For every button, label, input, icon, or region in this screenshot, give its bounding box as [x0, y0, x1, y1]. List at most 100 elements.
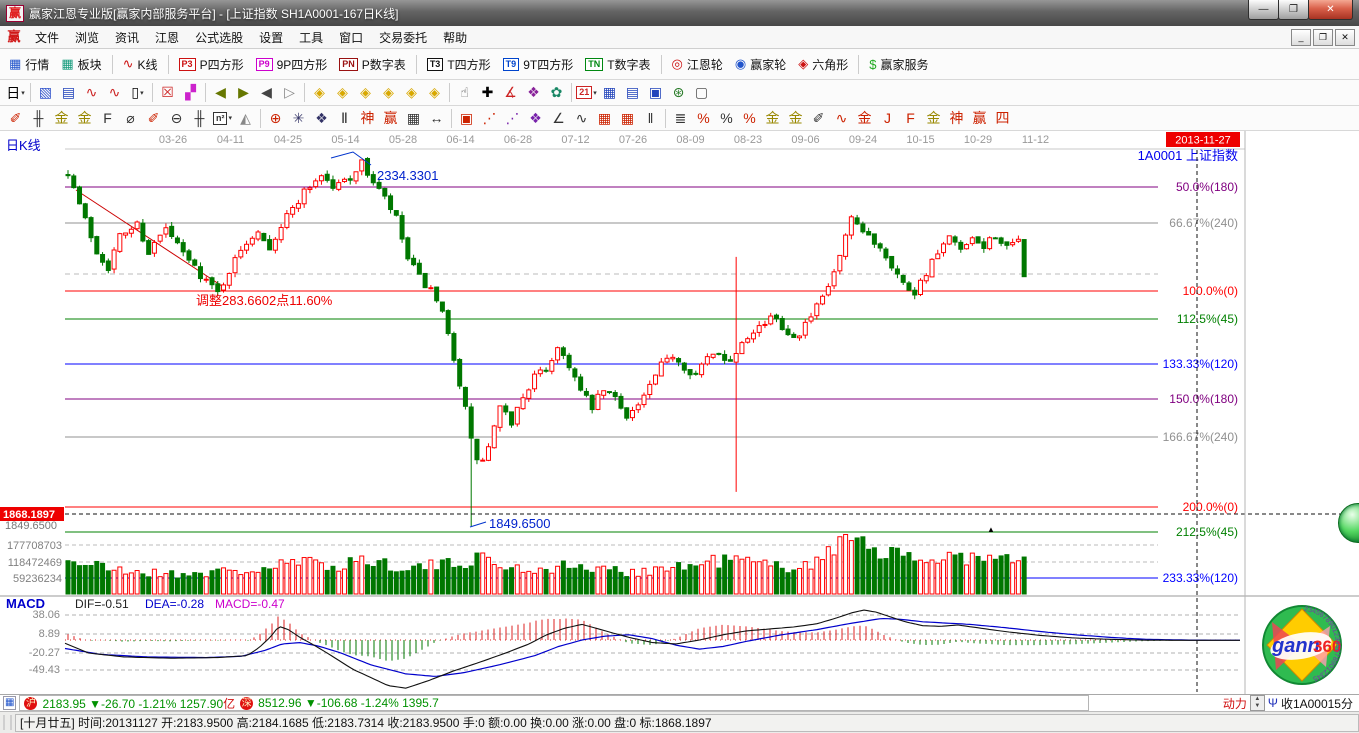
menu-item-0[interactable]: 文件 — [27, 27, 67, 48]
mdi-restore-button[interactable]: ❐ — [1313, 29, 1333, 46]
last-bar-button[interactable]: ▶ — [232, 83, 255, 103]
hexagon-button[interactable]: ◈六角形 — [793, 54, 853, 75]
grid-ruler-tool[interactable]: ╫ — [27, 108, 50, 128]
star-grid-tool[interactable]: ✳ — [287, 108, 310, 128]
sectors-button[interactable]: ▦板块 — [56, 54, 106, 75]
spin-up-icon[interactable]: ▲ — [1251, 696, 1264, 703]
grid-red2-tool[interactable]: ▦ — [616, 108, 639, 128]
save-button[interactable]: ▣ — [644, 83, 667, 103]
j-angle-tool[interactable]: J — [876, 108, 899, 128]
menu-item-8[interactable]: 交易委托 — [371, 27, 435, 48]
menu-item-9[interactable]: 帮助 — [435, 27, 475, 48]
calculator-button[interactable]: ▦ — [598, 83, 621, 103]
band-tool[interactable]: ∿ — [830, 108, 853, 128]
ying-angle-tool[interactable]: 赢 — [968, 108, 991, 128]
quote-table-icon[interactable]: ▦ — [3, 696, 16, 710]
winner-service-button[interactable]: $赢家服务 — [864, 54, 933, 75]
diamond-vexpand-button[interactable]: ◈ — [423, 83, 446, 103]
wave-tool[interactable]: ∿ — [570, 108, 593, 128]
menu-item-2[interactable]: 资讯 — [107, 27, 147, 48]
gann-box-tool[interactable]: ❖ — [524, 108, 547, 128]
gold-angle-tool[interactable]: 金 — [922, 108, 945, 128]
restore-button[interactable]: ❐ — [1278, 0, 1309, 20]
t-table-button[interactable]: TNT数字表 — [580, 54, 655, 75]
menu-item-6[interactable]: 工具 — [291, 27, 331, 48]
trend-pct-tool[interactable]: % — [692, 108, 715, 128]
shen-grid-tool[interactable]: 神 — [356, 108, 379, 128]
gold-ruler-tool[interactable]: 金 — [50, 108, 73, 128]
spin-down-icon[interactable]: ▼ — [1251, 703, 1264, 710]
diamond-hshrink-button[interactable]: ◈ — [377, 83, 400, 103]
cluster-bars-tool[interactable]: ≣ — [669, 108, 692, 128]
grid-ruler2-tool[interactable]: ╫ — [188, 108, 211, 128]
ying-grid-tool[interactable]: 赢 — [379, 108, 402, 128]
crosshair-tool-button[interactable]: ✚ — [476, 83, 499, 103]
diamond-vshrink-button[interactable]: ◈ — [400, 83, 423, 103]
f10-info-icon[interactable]: ▤ — [57, 83, 80, 103]
menu-item-1[interactable]: 浏览 — [67, 27, 107, 48]
menu-item-7[interactable]: 窗口 — [331, 27, 371, 48]
candle-style-dropdown[interactable]: ▯▾ — [126, 83, 149, 103]
brush-flag-tool[interactable]: ✐ — [807, 108, 830, 128]
9t-square-button[interactable]: T99T四方形 — [498, 54, 579, 75]
box-select-tool[interactable]: ▣ — [455, 108, 478, 128]
gold-red-tool[interactable]: 金 — [853, 108, 876, 128]
shen-angle-tool[interactable]: 神 — [945, 108, 968, 128]
notepad-button[interactable]: ▤ — [621, 83, 644, 103]
pattern-zoom-icon[interactable]: ▧ — [34, 83, 57, 103]
diamond-hexpand-button[interactable]: ◈ — [354, 83, 377, 103]
menu-item-3[interactable]: 江恩 — [147, 27, 187, 48]
hspan-tool[interactable]: ↔ — [425, 108, 448, 128]
calendar-button[interactable]: 21▾ — [575, 83, 598, 103]
volume-profile-icon[interactable]: ▞ — [179, 83, 202, 103]
circle-ruler-tool[interactable]: ⊖ — [165, 108, 188, 128]
gold-ruler2-tool[interactable]: 金 — [73, 108, 96, 128]
workstation-button[interactable]: ▢ — [690, 83, 713, 103]
p-square-button[interactable]: P3P四方形 — [174, 54, 249, 75]
percent-tool[interactable]: % — [715, 108, 738, 128]
kline-mark-icon[interactable]: ☒ — [156, 83, 179, 103]
square-grid-tool[interactable]: ❖ — [310, 108, 333, 128]
mdi-minimize-button[interactable]: _ — [1291, 29, 1311, 46]
measure-grid-tool[interactable]: ▦ — [402, 108, 425, 128]
grid-red-tool[interactable]: ▦ — [593, 108, 616, 128]
menu-item-5[interactable]: 设置 — [251, 27, 291, 48]
first-bar-button[interactable]: ◀ — [209, 83, 232, 103]
gann-wheel-button[interactable]: ◎江恩轮 — [667, 54, 728, 75]
close-button[interactable]: ✕ — [1308, 0, 1353, 20]
9p-square-button[interactable]: P99P四方形 — [251, 54, 333, 75]
diamond-right-button[interactable]: ◈ — [331, 83, 354, 103]
knot-tool-button[interactable]: ✿ — [545, 83, 568, 103]
circle-cross-tool[interactable]: ⊕ — [264, 108, 287, 128]
menu-item-4[interactable]: 公式选股 — [187, 27, 251, 48]
brush-tool[interactable]: ✐ — [4, 108, 27, 128]
pause-mark-tool[interactable]: Ⅱ — [333, 108, 356, 128]
spiral-tool[interactable]: ⌀ — [119, 108, 142, 128]
gold-circle-tool[interactable]: 金 — [761, 108, 784, 128]
export-web-button[interactable]: ⊛ — [667, 83, 690, 103]
fan-red-tool[interactable]: ⋰ — [478, 108, 501, 128]
next-bar-button[interactable]: ▷ — [278, 83, 301, 103]
gann-shape-button[interactable]: ❖ — [522, 83, 545, 103]
n2-tool[interactable]: n²▾ — [211, 108, 234, 128]
fan-purple-tool[interactable]: ⋰ — [501, 108, 524, 128]
hand-tool-button[interactable]: ☝ — [453, 83, 476, 103]
percent-lines-tool[interactable]: % — [738, 108, 761, 128]
period-spinner[interactable]: ▲ ▼ — [1250, 695, 1265, 711]
kline-button[interactable]: ∿K线 — [118, 54, 163, 75]
minimize-button[interactable]: — — [1248, 0, 1279, 20]
angle-flag-tool[interactable]: ◭ — [234, 108, 257, 128]
f-angle-tool[interactable]: F — [899, 108, 922, 128]
winner-wheel-button[interactable]: ◉赢家轮 — [730, 54, 791, 75]
gold-lines-tool[interactable]: 金 — [784, 108, 807, 128]
mdi-close-button[interactable]: ✕ — [1335, 29, 1355, 46]
angle-measure-button[interactable]: ∡ — [499, 83, 522, 103]
prev-bar-button[interactable]: ◀ — [255, 83, 278, 103]
bars-3-icon[interactable]: ∿ — [80, 83, 103, 103]
candle-type-dropdown[interactable]: 日▾ — [4, 83, 27, 103]
si-angle-tool[interactable]: 四 — [991, 108, 1014, 128]
parallel-lines-tool[interactable]: ‖ — [639, 108, 662, 128]
t-square-button[interactable]: T3T四方形 — [422, 54, 496, 75]
diamond-left-button[interactable]: ◈ — [308, 83, 331, 103]
bars-9-icon[interactable]: ∿ — [103, 83, 126, 103]
